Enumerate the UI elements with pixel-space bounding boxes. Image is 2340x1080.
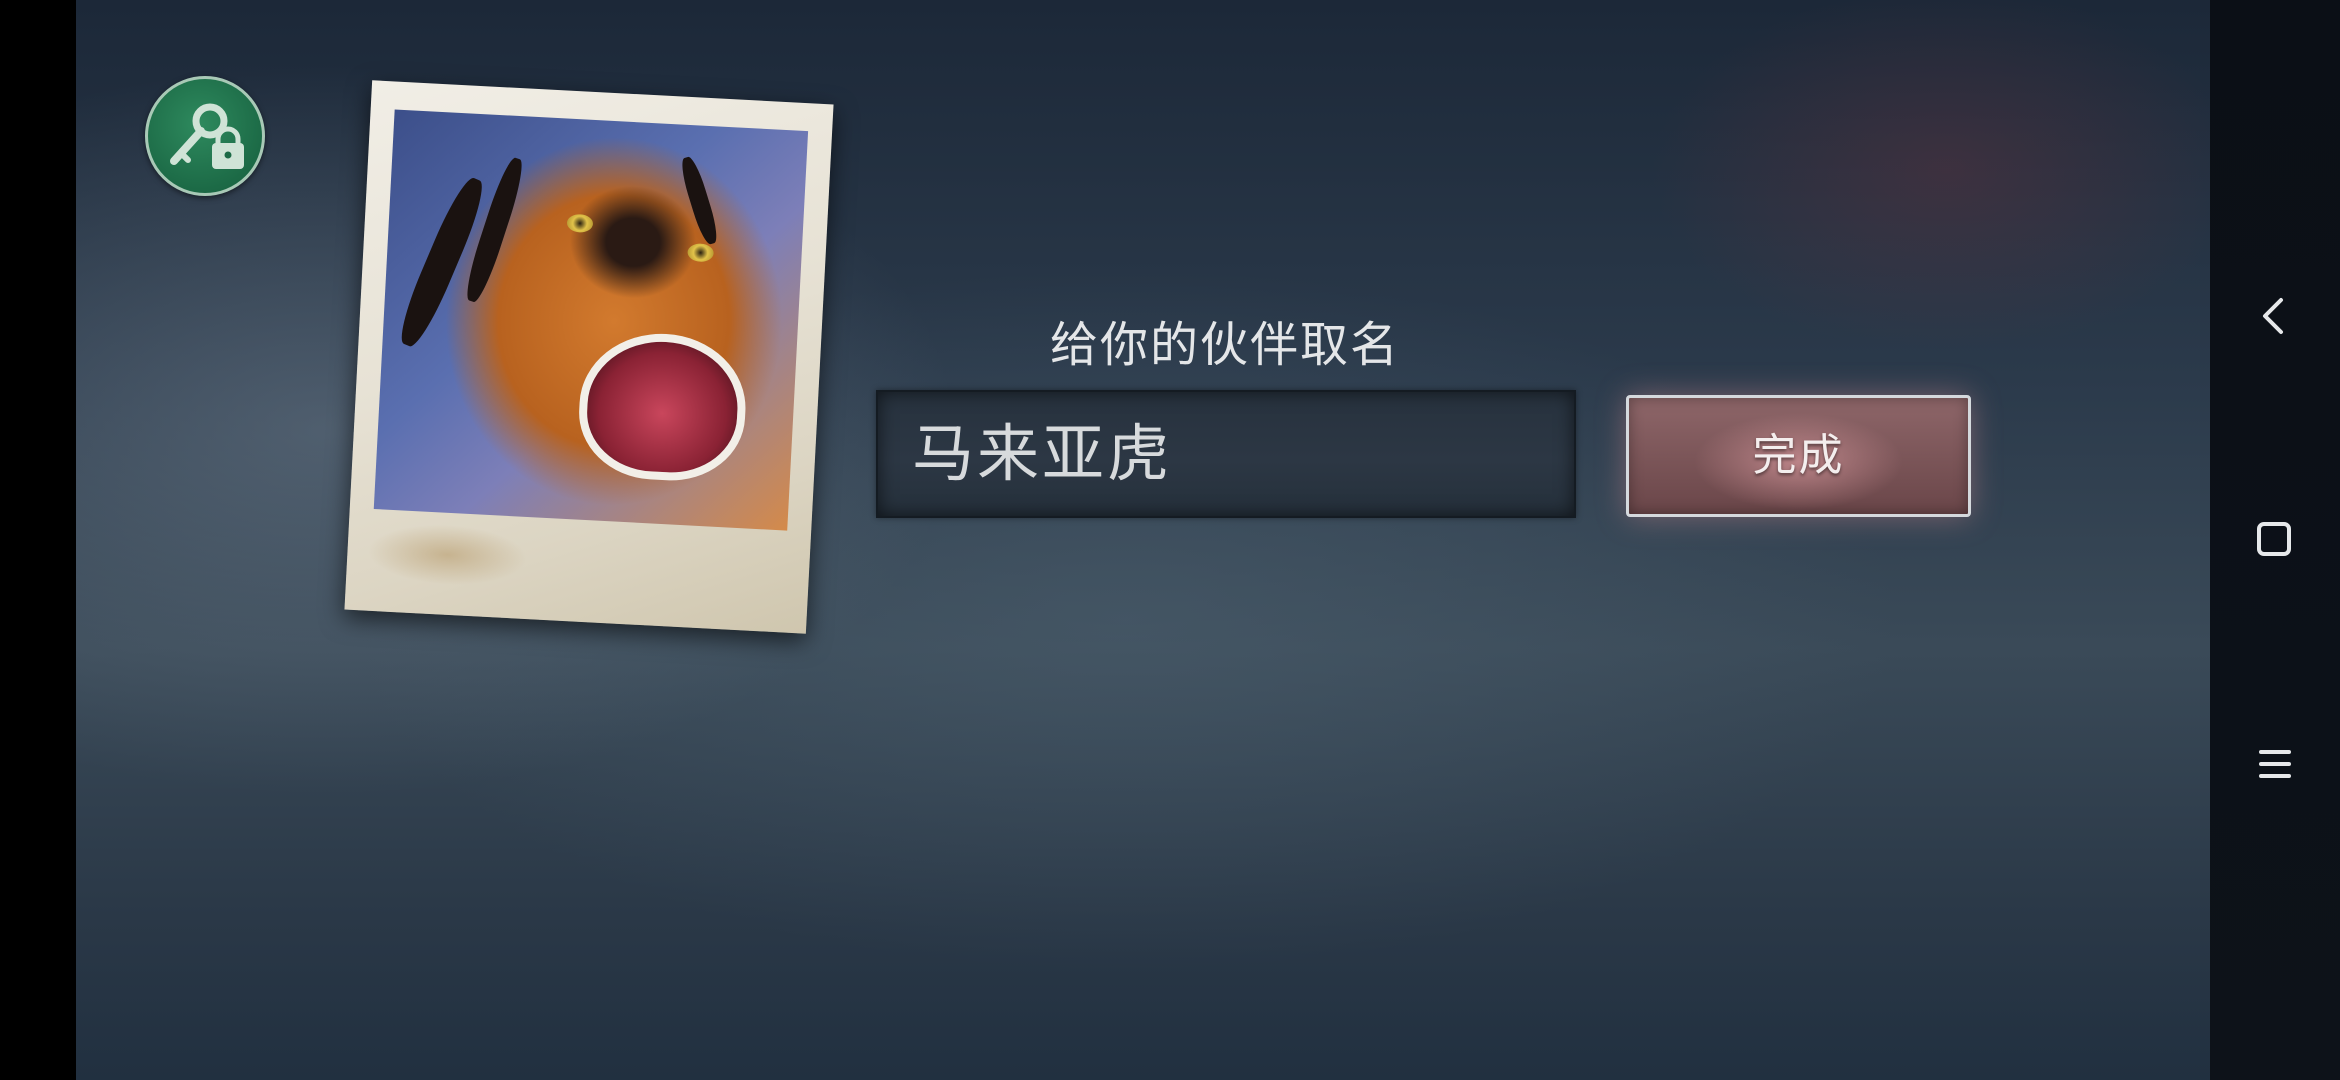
companion-name-input[interactable]: 马来亚虎 xyxy=(876,390,1576,518)
menu-icon xyxy=(2259,750,2291,778)
key-lock-button[interactable] xyxy=(145,76,265,196)
tiger-photo xyxy=(373,109,809,531)
home-button[interactable] xyxy=(2225,490,2325,590)
home-icon xyxy=(2257,522,2291,556)
menu-button[interactable] xyxy=(2225,714,2325,814)
done-button[interactable]: 完成 xyxy=(1626,395,1971,517)
back-icon xyxy=(2263,298,2283,334)
left-black-bar xyxy=(0,0,76,1080)
screen: 给你的伙伴取名 马来亚虎 完成 xyxy=(0,0,2340,1080)
back-button[interactable] xyxy=(2225,266,2325,366)
naming-title: 给你的伙伴取名 xyxy=(1049,317,1400,373)
companion-photo xyxy=(344,80,834,634)
key-lock-icon xyxy=(170,103,244,169)
